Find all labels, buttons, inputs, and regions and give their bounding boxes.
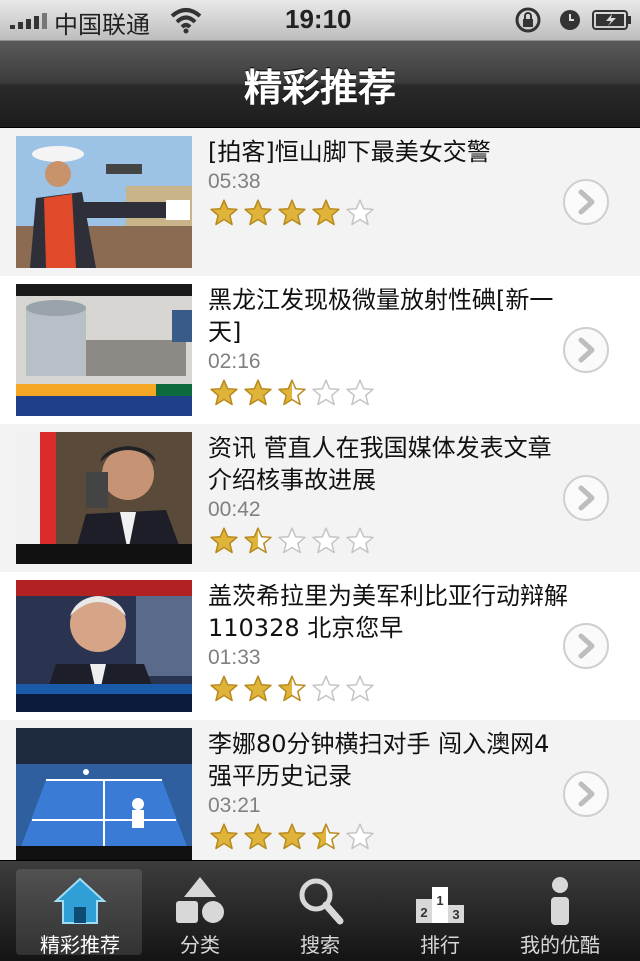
podium-icon: 2 1 3 (416, 887, 464, 923)
tab-categories[interactable]: 分类 (140, 861, 260, 961)
video-duration: 01:33 (208, 646, 261, 669)
video-thumbnail[interactable] (16, 728, 192, 860)
tab-recommended[interactable]: 精彩推荐 (0, 861, 160, 961)
carrier-name: 中国联通 (54, 11, 150, 39)
status-bar: 中国联通 19:10 (0, 0, 640, 41)
star-empty-icon (346, 675, 374, 702)
search-icon (299, 878, 344, 925)
video-row[interactable]: 资讯 菅直人在我国媒体发表文章介绍核事故进展 00:42 (0, 424, 640, 572)
tab-my-youku[interactable]: 我的优酷 (500, 861, 620, 961)
wifi-icon (170, 8, 202, 34)
video-thumbnail[interactable] (16, 136, 192, 268)
star-filled-icon (210, 199, 238, 226)
tab-ranking[interactable]: 2 1 3 排行 (380, 861, 500, 961)
video-title[interactable]: 李娜80分钟横扫对手 闯入澳网4强平历史记录 (208, 728, 568, 792)
clock-time: 19:10 (285, 4, 352, 34)
video-row[interactable]: 李娜80分钟横扫对手 闯入澳网4强平历史记录 03:21 (0, 720, 640, 860)
navigation-bar: 精彩推荐 (0, 41, 640, 128)
star-half-icon (278, 379, 306, 406)
star-half-icon (312, 823, 340, 850)
alarm-icon (560, 10, 580, 30)
star-empty-icon (346, 527, 374, 554)
video-thumbnail[interactable] (16, 284, 192, 416)
star-filled-icon (244, 199, 272, 226)
disclosure-chevron-icon[interactable] (562, 326, 610, 374)
star-filled-icon (278, 823, 306, 850)
tab-bar: 精彩推荐 分类 搜索 2 1 3 排行 我的优酷 (0, 860, 640, 961)
svg-text:2: 2 (420, 905, 427, 920)
svg-text:1: 1 (436, 893, 443, 908)
shapes-icon (176, 877, 224, 923)
star-empty-icon (346, 199, 374, 226)
star-filled-icon (210, 823, 238, 850)
star-empty-icon (278, 527, 306, 554)
tab-label: 精彩推荐 (40, 933, 120, 957)
star-filled-icon (244, 675, 272, 702)
video-title[interactable]: 黑龙江发现极微量放射性碘[新一天] (208, 284, 568, 348)
tab-search[interactable]: 搜索 (260, 861, 380, 961)
star-empty-icon (312, 527, 340, 554)
star-empty-icon (346, 823, 374, 850)
star-rating (208, 198, 568, 226)
star-half-icon (278, 675, 306, 702)
star-filled-icon (244, 379, 272, 406)
star-rating (208, 378, 568, 406)
tab-label: 搜索 (300, 933, 340, 957)
star-half-icon (244, 527, 272, 554)
video-duration: 05:38 (208, 170, 261, 193)
star-filled-icon (210, 379, 238, 406)
star-filled-icon (312, 199, 340, 226)
video-row[interactable]: 盖茨希拉里为美军利比亚行动辩解 110328 北京您早 01:33 (0, 572, 640, 720)
star-filled-icon (244, 823, 272, 850)
person-icon (551, 877, 569, 925)
battery-icon (592, 10, 631, 30)
disclosure-chevron-icon[interactable] (562, 474, 610, 522)
star-rating (208, 526, 568, 554)
svg-text:3: 3 (452, 907, 459, 922)
video-duration: 03:21 (208, 794, 261, 817)
tab-label: 排行 (420, 933, 460, 957)
video-thumbnail[interactable] (16, 580, 192, 712)
video-thumbnail[interactable] (16, 432, 192, 564)
video-title[interactable]: 资讯 菅直人在我国媒体发表文章介绍核事故进展 (208, 432, 568, 496)
disclosure-chevron-icon[interactable] (562, 178, 610, 226)
home-icon (53, 877, 107, 924)
tab-label: 我的优酷 (520, 933, 600, 957)
rotation-lock-icon (515, 7, 541, 33)
star-empty-icon (312, 379, 340, 406)
video-title[interactable]: 盖茨希拉里为美军利比亚行动辩解 110328 北京您早 (208, 580, 568, 644)
page-title: 精彩推荐 (243, 66, 396, 110)
star-rating (208, 822, 568, 850)
star-filled-icon (210, 527, 238, 554)
video-list[interactable]: [拍客]恒山脚下最美女交警 05:38 黑龙江发现极微量放射性碘[新一天] 02… (0, 128, 640, 860)
tab-label: 分类 (180, 933, 220, 957)
video-duration: 00:42 (208, 498, 261, 521)
disclosure-chevron-icon[interactable] (562, 770, 610, 818)
video-row[interactable]: 黑龙江发现极微量放射性碘[新一天] 02:16 (0, 276, 640, 424)
signal-strength-icon (10, 13, 47, 29)
star-filled-icon (278, 199, 306, 226)
star-empty-icon (346, 379, 374, 406)
star-rating (208, 674, 568, 702)
star-empty-icon (312, 675, 340, 702)
video-title[interactable]: [拍客]恒山脚下最美女交警 (208, 136, 568, 168)
video-row[interactable]: [拍客]恒山脚下最美女交警 05:38 (0, 128, 640, 276)
disclosure-chevron-icon[interactable] (562, 622, 610, 670)
video-duration: 02:16 (208, 350, 261, 373)
star-filled-icon (210, 675, 238, 702)
